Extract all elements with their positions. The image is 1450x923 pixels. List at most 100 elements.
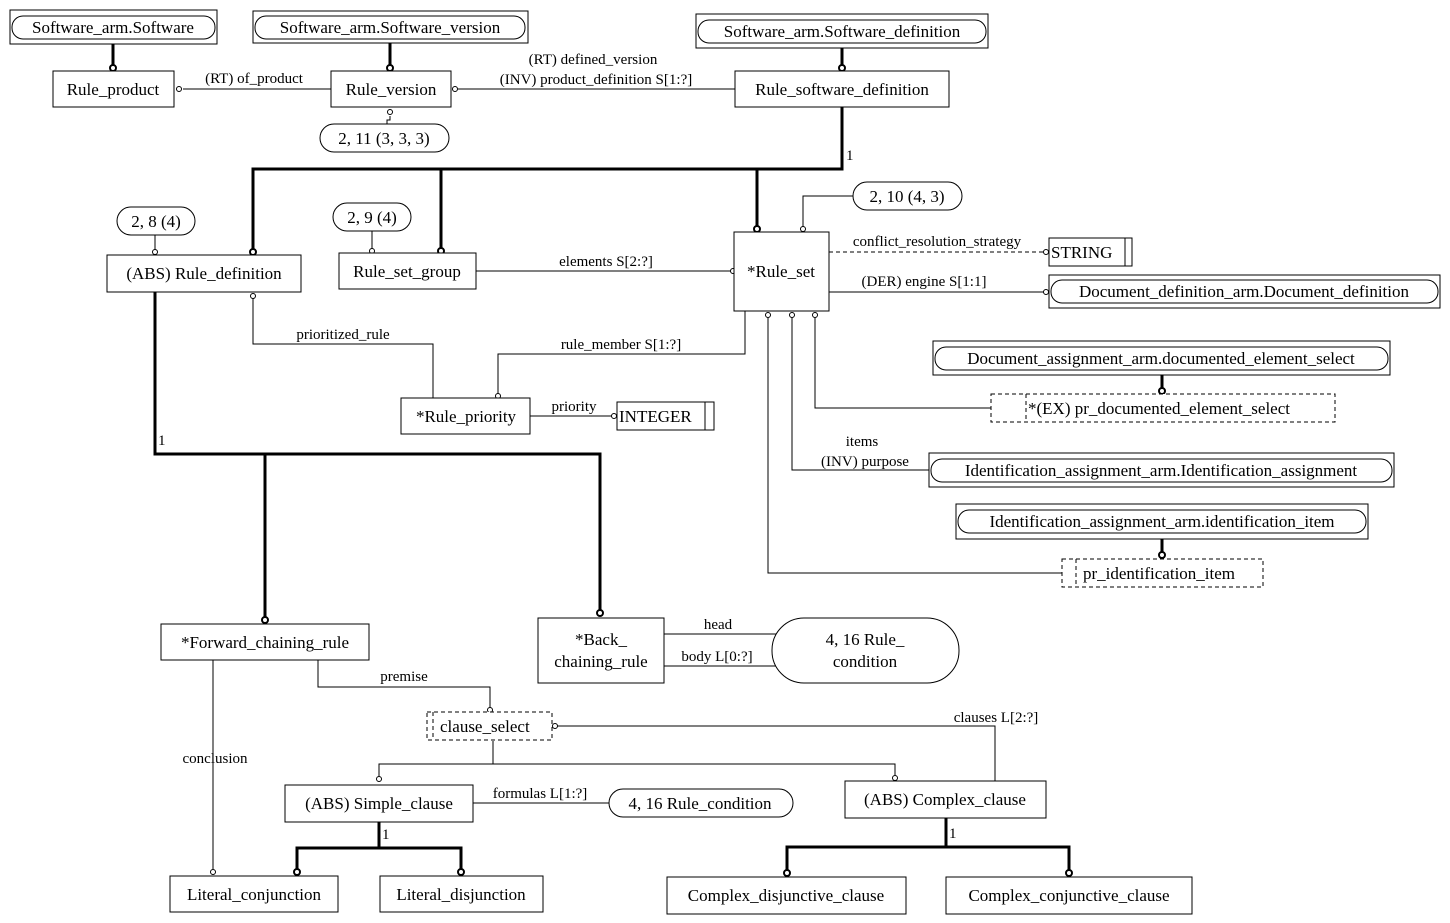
type-integer[interactable]: INTEGER [616,401,715,431]
entity-literal-conjunction[interactable]: Literal_conjunction [169,875,339,913]
relation-line-prioritized-rule [252,298,434,398]
end-circle [250,293,256,299]
entity-label: Rule_set_group [353,262,461,281]
end-circle [457,868,465,876]
select-branch-complex-clause [493,763,896,775]
entity-rule-set-group[interactable]: Rule_set_group [338,252,477,290]
entity-rule-priority[interactable]: *Rule_priority [400,397,531,435]
end-circle [1158,551,1166,559]
select-pr-documented-element[interactable]: *(EX) pr_documented_element_select [990,393,1336,423]
end-circle [293,868,301,876]
end-circle [838,64,846,72]
entity-rule-product[interactable]: Rule_product [52,70,175,108]
end-circle [1043,249,1049,255]
end-circle [800,226,806,232]
entity-complex-disjunctive-clause[interactable]: Complex_disjunctive_clause [666,876,907,915]
cardinality-one: 1 [846,148,854,164]
entity-label: Identification_assignment_arm.Identifica… [965,461,1358,480]
label-rule-member: rule_member S[1:?] [561,337,681,353]
label-elements: elements S[2:?] [559,254,653,270]
page-ref-rule-version[interactable]: 2, 11 (3, 3, 3) [319,123,450,153]
select-clause-select[interactable]: clause_select [426,711,553,741]
label-clauses: clauses L[2:?] [954,710,1039,726]
end-circle [152,249,158,255]
entity-label: (ABS) Complex_clause [864,790,1026,809]
entity-label: Complex_conjunctive_clause [968,886,1169,905]
end-circle [789,312,795,318]
label-conclusion: conclusion [183,751,248,767]
entity-software-ref[interactable]: Software_arm.Software [9,9,218,45]
entity-label: Complex_disjunctive_clause [688,886,884,905]
entity-document-definition-ref[interactable]: Document_definition_arm.Document_definit… [1048,274,1441,309]
page-ref-rule-set[interactable]: 2, 10 (4, 3) [852,181,963,211]
select-label: clause_select [440,717,530,736]
label-priority: priority [552,399,597,415]
subtype-branch-literal-disjunction [379,846,463,869]
label-head: head [704,617,733,633]
entity-simple-clause[interactable]: (ABS) Simple_clause [284,784,474,823]
entity-rule-definition[interactable]: (ABS) Rule_definition [106,254,302,293]
label-defined-version: (RT) defined_version [529,52,658,68]
select-identification-item-ref[interactable]: Identification_assignment_arm.identifica… [955,503,1369,540]
page-ref-label: 4, 16 Rule_condition [628,794,772,813]
entity-label: *Rule_set [747,262,815,281]
cardinality-one: 1 [382,827,390,843]
entity-label: Document_definition_arm.Document_definit… [1079,282,1410,301]
entity-rule-set[interactable]: *Rule_set [733,231,830,312]
page-ref-rule-condition-1[interactable]: 4, 16 Rule_ condition [771,617,960,684]
end-circle [611,413,617,419]
end-circle [261,616,269,624]
entity-rule-software-definition[interactable]: Rule_software_definition [734,70,950,108]
entity-label: Software_arm.Software_definition [724,22,961,41]
page-ref-rule-definition[interactable]: 2, 8 (4) [116,206,196,236]
entity-label: *Forward_chaining_rule [181,633,349,652]
select-pr-identification-item[interactable]: pr_identification_item [1061,558,1264,588]
entity-rule-version[interactable]: Rule_version [330,70,452,108]
end-circle [892,775,898,781]
end-circle [812,312,818,318]
entity-label: (ABS) Rule_definition [126,264,282,283]
subtype-tree-complex-clause [785,818,948,870]
entity-software-definition-ref[interactable]: Software_arm.Software_definition [695,13,989,49]
entity-label: Rule_software_definition [755,80,929,99]
label-purpose: (INV) purpose [821,454,909,470]
entity-complex-conjunctive-clause[interactable]: Complex_conjunctive_clause [945,876,1193,915]
select-documented-element-ref[interactable]: Document_assignment_arm.documented_eleme… [932,340,1391,376]
end-circle [552,723,558,729]
cardinality-one: 1 [949,826,957,842]
label-prioritized-rule: prioritized_rule [296,327,390,343]
page-ref-rule-condition-2[interactable]: 4, 16 Rule_condition [608,788,794,818]
entity-label-line2: chaining_rule [554,652,647,671]
end-circle [1158,387,1166,395]
entity-label: Rule_version [346,80,437,99]
entity-label: Document_assignment_arm.documented_eleme… [967,349,1355,368]
page-ref-rule-set-group[interactable]: 2, 9 (4) [332,202,412,232]
subtype-tree-simple-clause [295,822,381,869]
end-circle [176,86,182,92]
end-circle [387,109,393,115]
entity-identification-assignment-ref[interactable]: Identification_assignment_arm.Identifica… [928,452,1395,488]
end-circle [765,312,771,318]
entity-forward-chaining-rule[interactable]: *Forward_chaining_rule [160,623,370,661]
entity-label: Rule_product [67,80,160,99]
label-items: items [846,434,879,450]
end-circle [109,64,117,72]
page-ref-label-line2: condition [833,652,898,671]
type-label: STRING [1051,243,1112,262]
label-product-definition: (INV) product_definition S[1:?] [500,72,692,88]
entity-label: Software_arm.Software [32,18,194,37]
end-circle [376,776,382,782]
entity-back-chaining-rule[interactable]: *Back_ chaining_rule [537,617,665,684]
end-circle [452,86,458,92]
label-body: body L[0:?] [681,649,752,665]
end-circle [753,225,761,233]
entity-label: *Rule_priority [416,407,517,426]
type-string[interactable]: STRING [1048,237,1133,267]
entity-literal-disjunction[interactable]: Literal_disjunction [379,875,544,913]
relation-labels: (RT) of_product (RT) defined_version (IN… [183,52,1039,802]
end-circle [1043,289,1049,295]
express-g-diagram: Software_arm.Software Software_arm.Softw… [9,9,1441,915]
entity-software-version-ref[interactable]: Software_arm.Software_version [252,10,529,44]
select-label: *(EX) pr_documented_element_select [1028,399,1290,418]
entity-complex-clause[interactable]: (ABS) Complex_clause [844,780,1047,819]
